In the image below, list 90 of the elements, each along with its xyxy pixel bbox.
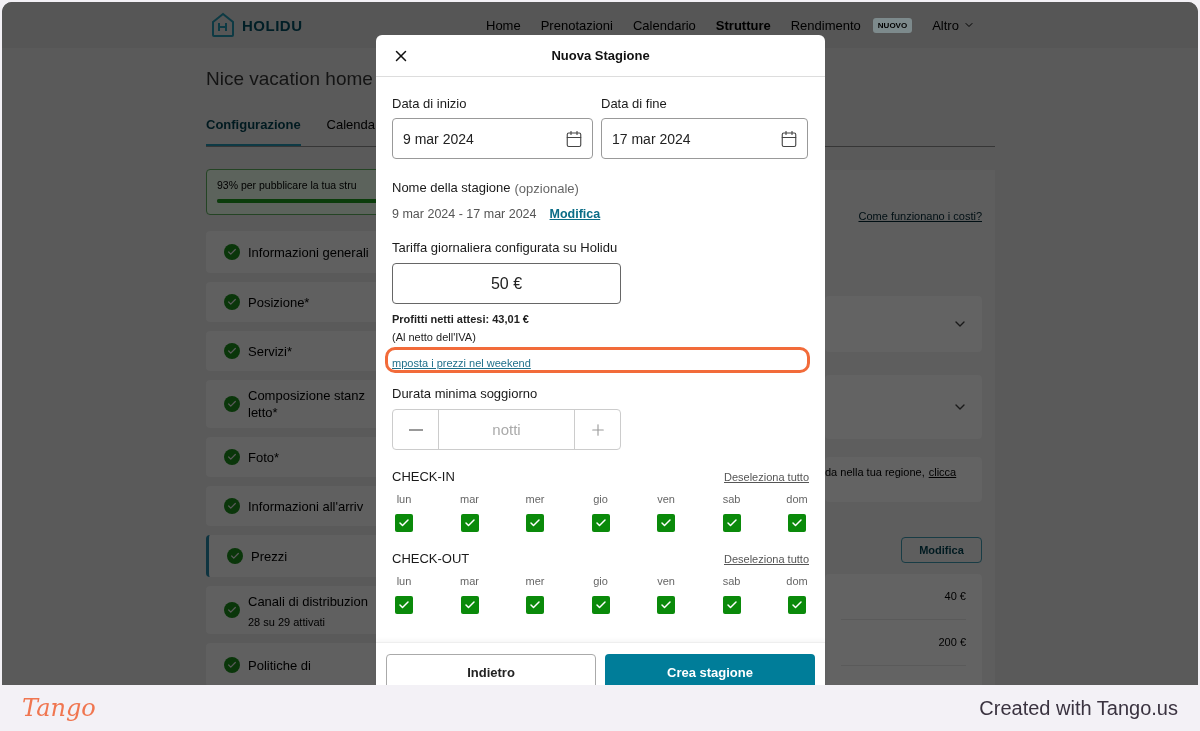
day-label: gio [593, 492, 608, 506]
deselect-all-link[interactable]: Deseleziona tutto [724, 553, 809, 565]
section-label: Servizi* [248, 342, 293, 360]
calendar-icon [565, 129, 583, 148]
date-field[interactable]: 17 mar 2024 [601, 118, 808, 159]
section-label: Foto* [248, 448, 280, 466]
day-label: mer [525, 574, 545, 588]
rate-input[interactable]: 50 € [392, 263, 621, 304]
field-label: Data di fine [601, 96, 668, 112]
tango-logo: Tango [22, 694, 96, 722]
date-field[interactable]: 9 mar 2024 [392, 118, 593, 159]
check-icon [398, 599, 410, 611]
check-icon [463, 517, 476, 529]
day-checkbox[interactable] [657, 596, 675, 614]
day-checkbox[interactable] [591, 596, 610, 614]
price-value: 200 € [938, 636, 966, 649]
calendar-icon [780, 129, 798, 148]
nav-link[interactable]: Prenotazioni [540, 17, 613, 33]
back-button[interactable]: Indietro [386, 654, 596, 685]
price-value: 40 € [944, 590, 966, 603]
day-label: mar [460, 492, 479, 506]
check-icon [594, 517, 607, 529]
day-checkbox[interactable] [460, 514, 479, 532]
check-icon [529, 517, 541, 529]
create-season-button[interactable]: Crea stagione [605, 654, 815, 685]
nights-input[interactable]: notti [438, 410, 575, 449]
day-checkbox[interactable] [722, 514, 741, 532]
check-icon [463, 599, 476, 611]
check-icon [725, 599, 738, 611]
day-label: sab [722, 492, 741, 506]
section-label: Prezzi [251, 547, 288, 565]
check-icon [594, 599, 607, 611]
check-icon [660, 517, 672, 529]
nights-stepper[interactable]: notti [392, 409, 621, 450]
check-icon [529, 599, 541, 611]
check-icon [791, 517, 803, 529]
section-label: Posizione* [248, 293, 310, 311]
check-icon [791, 599, 803, 611]
section-label: Canali di distribuzion [248, 592, 368, 610]
day-checkbox[interactable] [591, 514, 610, 532]
day-checkbox[interactable] [526, 596, 544, 614]
day-label: dom [786, 574, 808, 588]
section-label: Informazioni generali [248, 243, 369, 261]
footer-caption: Created with Tango.us [979, 696, 1178, 720]
nav-link[interactable]: Altro [932, 17, 975, 33]
day-label: sab [722, 574, 741, 588]
day-checkbox[interactable] [395, 596, 413, 614]
new-badge: NUOVO [872, 17, 913, 33]
note-link[interactable]: clicca [928, 465, 957, 502]
day-checkbox[interactable] [788, 596, 806, 614]
day-label: lun [396, 574, 412, 588]
nav-link[interactable]: Strutture [715, 17, 771, 33]
day-checkbox[interactable] [460, 596, 479, 614]
section-label: Informazioni all'arriv [248, 497, 364, 515]
deselect-all-link[interactable]: Deseleziona tutto [724, 471, 809, 483]
check-icon [398, 517, 410, 529]
dialog-title: Nuova Stagione [551, 48, 650, 63]
day-checkbox[interactable] [657, 514, 675, 532]
page-tab[interactable]: Calenda [326, 117, 376, 146]
edit-link[interactable]: Modifica [549, 206, 601, 222]
day-label: dom [786, 492, 808, 506]
edit-button[interactable]: Modifica [901, 536, 982, 563]
progress-text: 93% per pubblicare la tua stru [217, 179, 358, 191]
day-checkbox[interactable] [526, 514, 544, 532]
check-icon [660, 599, 672, 611]
check-icon [725, 517, 738, 529]
nav-link[interactable]: Rendimento NUOVO [790, 17, 913, 33]
note-text: da nella tua regione, [825, 465, 925, 480]
day-label: mar [460, 574, 479, 588]
day-label: mer [525, 492, 545, 506]
day-checkbox[interactable] [788, 514, 806, 532]
season-name-text: 9 mar 2024 - 17 mar 2024 [392, 206, 537, 222]
section-label: Politiche di [248, 656, 311, 674]
section-sublabel: 28 su 29 attivati [248, 615, 327, 628]
day-label: ven [657, 492, 675, 506]
field-label: Nome della stagione [392, 180, 511, 196]
day-label: gio [593, 574, 608, 588]
logo-icon [210, 12, 236, 38]
brand-name: HOLIDU [242, 16, 303, 34]
section-label: Composizione stanz letto* [248, 387, 367, 421]
minus-icon [408, 428, 423, 431]
day-checkbox[interactable] [395, 514, 413, 532]
page-title: Nice vacation home [206, 67, 374, 91]
day-checkbox[interactable] [722, 596, 741, 614]
day-label: ven [657, 574, 675, 588]
nav-link[interactable]: Calendario [632, 17, 696, 33]
nav-link[interactable]: Home [486, 17, 521, 33]
field-label: Data di inizio [392, 96, 468, 112]
optional-hint: (opzionale) [514, 180, 579, 196]
page-tab[interactable]: Configurazione [206, 117, 301, 146]
